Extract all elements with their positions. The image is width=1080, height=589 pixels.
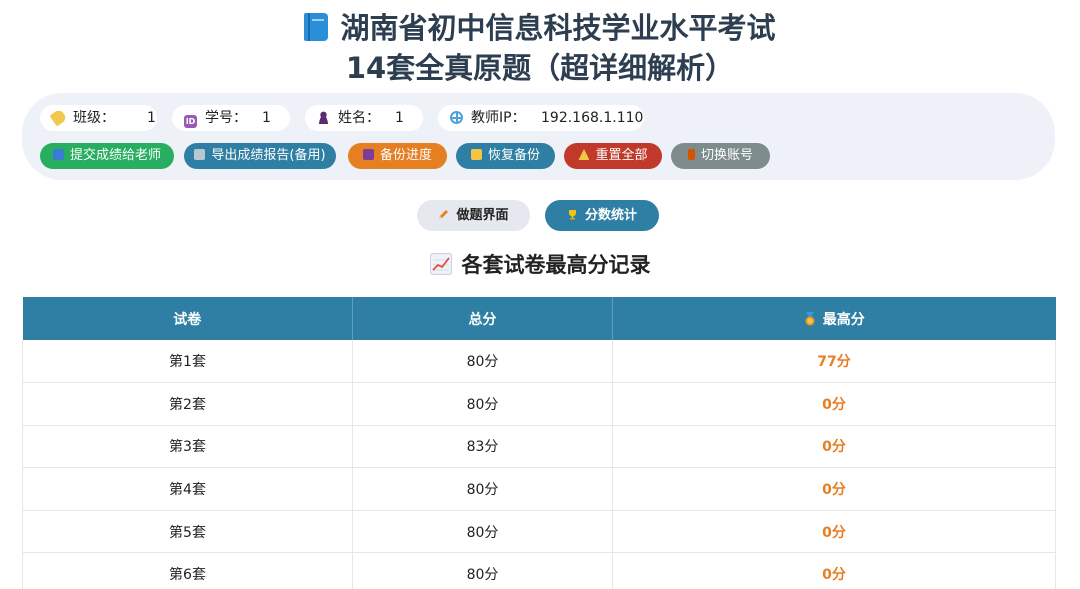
teacher-ip-value: 192.168.1.110 xyxy=(541,110,644,126)
cell-best-score: 0分 xyxy=(612,467,1056,511)
chart-icon xyxy=(429,253,452,275)
trophy-icon xyxy=(568,210,576,220)
name-label: 姓名： xyxy=(338,110,380,126)
book-icon xyxy=(304,13,329,41)
cell-paper: 第3套 xyxy=(22,425,353,469)
table-header-row: 试卷 总分 最高分 xyxy=(22,297,1056,340)
cell-paper: 第2套 xyxy=(22,382,353,426)
column-header-paper: 试卷 xyxy=(22,297,353,340)
export-report-button[interactable]: 导出成绩报告(备用) xyxy=(184,143,336,169)
page-subtitle: 14套全真原题（超详细解析） xyxy=(345,51,735,85)
column-header-best: 最高分 xyxy=(612,297,1056,340)
class-label: 班级： xyxy=(73,110,115,126)
cell-paper: 第1套 xyxy=(22,340,353,384)
table-row: 第4套 80分 0分 xyxy=(22,467,1056,511)
send-icon xyxy=(52,149,64,160)
table-row: 第1套 80分 77分 xyxy=(22,340,1056,384)
id-icon: ID xyxy=(184,115,197,128)
cell-paper: 第4套 xyxy=(22,467,353,511)
teacher-ip-pill: 教师IP： 192.168.1.110 xyxy=(438,105,644,131)
submit-scores-button[interactable]: 提交成绩给老师 xyxy=(40,143,174,169)
cell-best-score: 77分 xyxy=(612,340,1056,384)
cell-total: 83分 xyxy=(352,425,613,469)
switch-account-button[interactable]: 切换账号 xyxy=(671,143,770,169)
column-header-total: 总分 xyxy=(352,297,613,340)
tab-score-stats[interactable]: 分数统计 xyxy=(545,200,659,231)
cell-best-score: 0分 xyxy=(612,510,1056,554)
name-value: 1 xyxy=(395,110,404,126)
table-row: 第6套 80分 0分 xyxy=(22,552,1056,589)
table-row: 第5套 80分 0分 xyxy=(22,510,1056,554)
cell-total: 80分 xyxy=(352,510,613,554)
door-icon xyxy=(687,149,695,160)
folder-icon xyxy=(470,149,482,160)
download-icon xyxy=(194,149,206,160)
cell-total: 80分 xyxy=(352,382,613,426)
page-title-line1: 湖南省初中信息科技学业水平考试 xyxy=(340,11,776,45)
table-row: 第3套 83分 0分 xyxy=(22,425,1056,469)
user-icon xyxy=(317,111,330,124)
globe-icon xyxy=(450,111,463,124)
reset-all-button[interactable]: 重置全部 xyxy=(564,143,662,169)
cell-best-score: 0分 xyxy=(612,425,1056,469)
cell-best-score: 0分 xyxy=(612,552,1056,589)
student-info-panel: 班级： 1 ID 学号： 1 姓名： 1 教师IP： 192.168.1.110 … xyxy=(22,93,1055,180)
tab-work[interactable]: 做题界面 xyxy=(417,200,530,231)
backup-button[interactable]: 备份进度 xyxy=(348,143,447,169)
pencil-icon xyxy=(439,210,449,219)
id-pill: ID 学号： 1 xyxy=(172,105,290,131)
save-icon xyxy=(362,149,374,160)
medal-icon xyxy=(805,311,815,325)
table-row: 第2套 80分 0分 xyxy=(22,382,1056,426)
tag-icon xyxy=(49,108,68,127)
cell-paper: 第6套 xyxy=(22,552,353,589)
cell-total: 80分 xyxy=(352,467,613,511)
cell-total: 80分 xyxy=(352,552,613,589)
warning-icon xyxy=(578,149,590,160)
id-label: 学号： xyxy=(205,110,247,126)
id-value: 1 xyxy=(262,110,271,126)
page-title: 湖南省初中信息科技学业水平考试 xyxy=(0,10,1080,46)
name-pill: 姓名： 1 xyxy=(305,105,423,131)
section-title-text: 各套试卷最高分记录 xyxy=(461,253,651,277)
restore-button[interactable]: 恢复备份 xyxy=(456,143,555,169)
class-pill: 班级： 1 xyxy=(40,105,157,131)
class-value: 1 xyxy=(147,110,156,126)
cell-best-score: 0分 xyxy=(612,382,1056,426)
cell-paper: 第5套 xyxy=(22,510,353,554)
cell-total: 80分 xyxy=(352,340,613,384)
teacher-ip-label: 教师IP： xyxy=(471,110,526,126)
section-title: 各套试卷最高分记录 xyxy=(0,250,1080,280)
score-table: 试卷 总分 最高分 第1套 80分 77分 第2套 80分 0分 第3套 83分… xyxy=(22,297,1056,589)
